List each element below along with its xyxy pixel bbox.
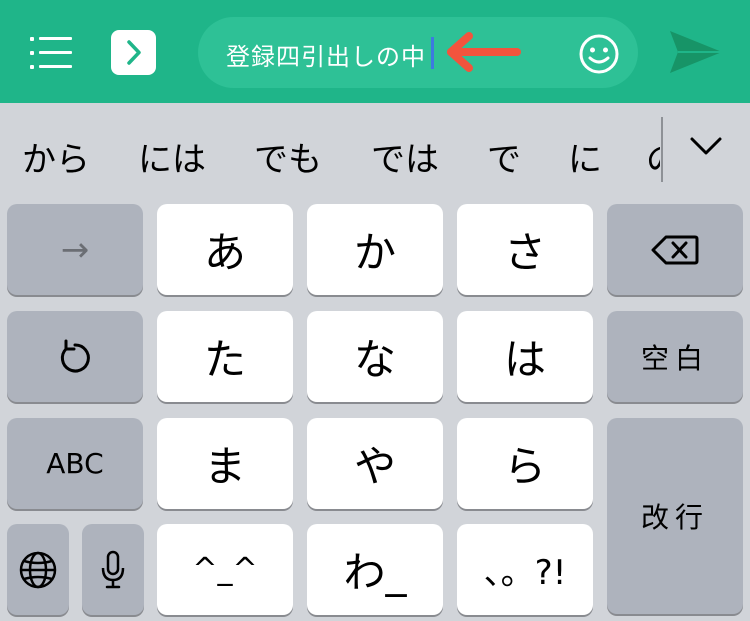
suggestion-item-partial[interactable]: の xyxy=(646,126,660,176)
abc-key-label: ABC xyxy=(46,447,104,480)
key-sa[interactable]: さ xyxy=(457,204,593,295)
arrow-right-icon: → xyxy=(60,229,90,270)
key-punctuation[interactable]: 、。?! xyxy=(457,524,593,615)
enter-key[interactable]: 改行 xyxy=(607,418,743,614)
key-wa[interactable]: わ_ xyxy=(307,524,443,615)
backspace-icon xyxy=(651,235,699,264)
key-ma[interactable]: ま xyxy=(157,418,293,509)
space-key-label: 空白 xyxy=(640,341,709,375)
suggestion-item[interactable]: には xyxy=(138,132,206,181)
abc-key[interactable]: ABC xyxy=(7,418,143,509)
emoji-icon[interactable] xyxy=(578,33,620,75)
suggestion-item[interactable]: でも xyxy=(254,132,322,181)
chevron-down-icon[interactable] xyxy=(688,133,724,161)
undo-key[interactable] xyxy=(7,311,143,402)
suggestion-item[interactable]: で xyxy=(487,132,521,181)
key-ta[interactable]: た xyxy=(157,311,293,402)
backspace-key[interactable] xyxy=(607,204,743,295)
key-ha[interactable]: は xyxy=(457,311,593,402)
message-input-text: 登録四引出しの中 xyxy=(226,43,426,71)
key-ra[interactable]: ら xyxy=(457,418,593,509)
menu-icon[interactable] xyxy=(30,37,72,69)
message-input[interactable]: 登録四引出しの中 xyxy=(198,17,638,88)
globe-key[interactable] xyxy=(7,524,69,615)
suggestion-item[interactable]: では xyxy=(371,132,439,181)
expand-button[interactable] xyxy=(111,30,156,75)
microphone-icon xyxy=(101,550,125,588)
suggestion-item[interactable]: から xyxy=(22,132,90,181)
key-ka[interactable]: か xyxy=(307,204,443,295)
message-bar: 登録四引出しの中 xyxy=(0,0,750,103)
space-key[interactable]: 空白 xyxy=(607,311,743,402)
key-ya[interactable]: や xyxy=(307,418,443,509)
send-icon[interactable] xyxy=(668,29,724,75)
globe-icon xyxy=(19,551,57,588)
microphone-key[interactable] xyxy=(82,524,144,615)
key-kaomoji[interactable]: ^_^ xyxy=(157,524,293,615)
suggestion-item[interactable]: に xyxy=(568,132,602,181)
key-na[interactable]: な xyxy=(307,311,443,402)
next-candidate-key[interactable]: → xyxy=(7,204,143,295)
annotation-arrow-icon xyxy=(447,32,521,72)
enter-key-label: 改行 xyxy=(640,501,709,534)
suggestion-divider xyxy=(661,117,663,182)
chevron-right-icon xyxy=(127,40,141,65)
key-a[interactable]: あ xyxy=(157,204,293,295)
undo-icon xyxy=(60,339,90,372)
text-caret xyxy=(431,37,434,69)
